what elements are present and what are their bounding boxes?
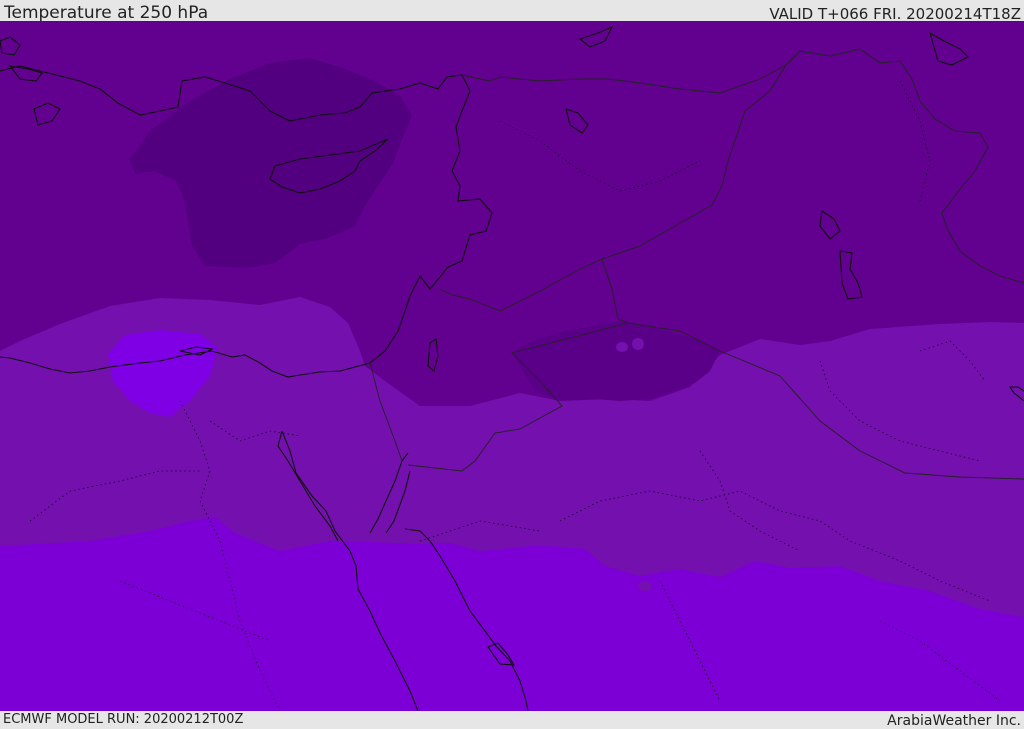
header-bar: Temperature at 250 hPa VALID T+066 FRI. …: [0, 0, 1024, 23]
map-title: Temperature at 250 hPa: [4, 3, 209, 23]
weather-map: [0, 21, 1024, 711]
map-frame: Temperature at 250 hPa VALID T+066 FRI. …: [0, 0, 1024, 729]
footer-bar: ECMWF MODEL RUN: 20200212T00Z ArabiaWeat…: [0, 711, 1024, 729]
lake: [632, 338, 644, 350]
lake: [638, 581, 652, 591]
model-run: ECMWF MODEL RUN: 20200212T00Z: [3, 712, 244, 727]
credit: ArabiaWeather Inc.: [887, 713, 1021, 729]
lake: [616, 342, 628, 352]
